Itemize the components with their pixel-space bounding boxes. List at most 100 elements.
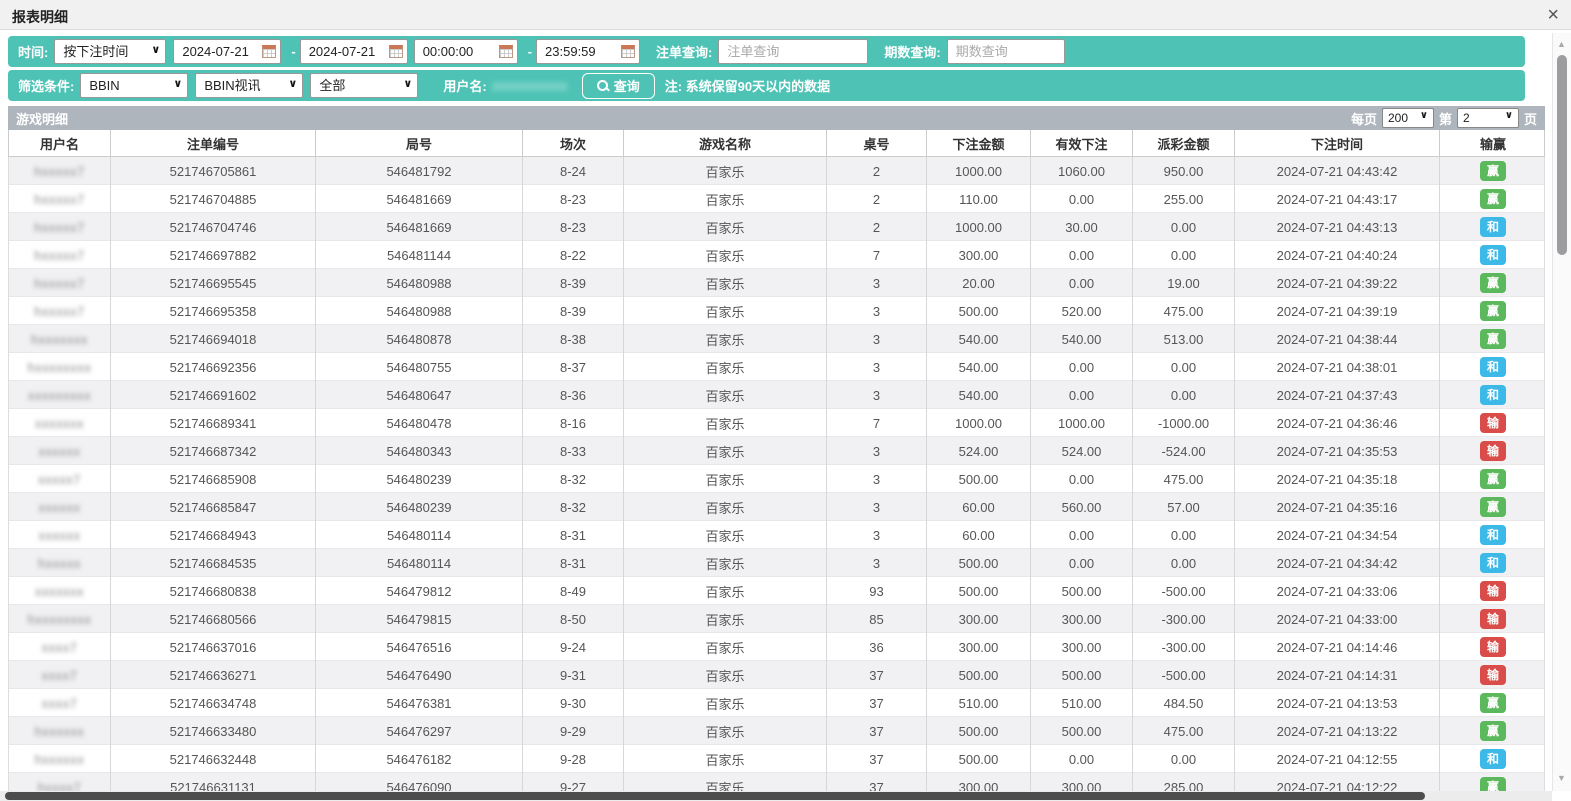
per-page-select[interactable]: 200: [1382, 108, 1434, 128]
result-badge-tie[interactable]: 和: [1480, 357, 1506, 377]
cell-table_no: 3: [827, 437, 927, 465]
table-row: hxxxxx75217467047465464816698-23百家乐21000…: [9, 213, 1544, 241]
cell-bet_no: 521746637016: [111, 633, 316, 661]
bet-query-input[interactable]: [718, 39, 868, 64]
category-select[interactable]: BBIN视讯: [195, 73, 303, 98]
cell-bet_time: 2024-07-21 04:14:31: [1235, 661, 1440, 689]
cell-table_no: 3: [827, 297, 927, 325]
cell-result: 赢: [1440, 297, 1545, 325]
cell-user: hxxxxxxxx: [9, 605, 111, 633]
result-badge-win[interactable]: 赢: [1480, 721, 1506, 741]
cell-result: 输: [1440, 661, 1545, 689]
username-blurred: hxxxxx7: [34, 220, 84, 235]
result-badge-win[interactable]: 赢: [1480, 161, 1506, 181]
cell-session: 8-23: [523, 185, 624, 213]
bet-query-label: 注单查询:: [656, 42, 712, 61]
date-range-dash: -: [291, 44, 295, 59]
cell-result: 和: [1440, 745, 1545, 773]
cell-bet_amount: 1000.00: [927, 157, 1031, 185]
page-select[interactable]: 2: [1457, 108, 1519, 128]
date-to-input[interactable]: [300, 39, 408, 64]
close-icon[interactable]: ×: [1547, 3, 1559, 27]
result-badge-tie[interactable]: 和: [1480, 525, 1506, 545]
scroll-down-icon[interactable]: ▼: [1557, 773, 1566, 783]
time-to-input[interactable]: [536, 39, 640, 64]
platform-select-wrap: BBIN ∨: [80, 73, 188, 98]
cell-table_no: 3: [827, 549, 927, 577]
cell-user: xxxx7: [9, 633, 111, 661]
cell-table_no: 37: [827, 745, 927, 773]
cell-valid_bet: 0.00: [1031, 241, 1133, 269]
result-badge-lose[interactable]: 输: [1480, 665, 1506, 685]
time-range-dash: -: [528, 44, 532, 59]
cell-payout: 0.00: [1133, 381, 1235, 409]
cell-result: 和: [1440, 213, 1545, 241]
cell-result: 赢: [1440, 269, 1545, 297]
cell-bet_time: 2024-07-21 04:36:46: [1235, 409, 1440, 437]
result-badge-tie[interactable]: 和: [1480, 385, 1506, 405]
cell-bet_no: 521746705861: [111, 157, 316, 185]
platform-select[interactable]: BBIN: [80, 73, 188, 98]
cell-round_no: 546476182: [316, 745, 523, 773]
result-badge-win[interactable]: 赢: [1480, 329, 1506, 349]
cell-round_no: 546480114: [316, 521, 523, 549]
cell-session: 8-50: [523, 605, 624, 633]
result-badge-lose[interactable]: 输: [1480, 441, 1506, 461]
cell-session: 9-24: [523, 633, 624, 661]
result-badge-win[interactable]: 赢: [1480, 497, 1506, 517]
result-badge-lose[interactable]: 输: [1480, 581, 1506, 601]
vertical-scrollbar: ▲ ▼: [1552, 33, 1571, 791]
vertical-scrollbar-thumb[interactable]: [1557, 55, 1567, 255]
horizontal-scrollbar-thumb[interactable]: [5, 792, 1425, 800]
cell-valid_bet: 300.00: [1031, 633, 1133, 661]
cell-result: 赢: [1440, 185, 1545, 213]
result-badge-win[interactable]: 赢: [1480, 301, 1506, 321]
date-from-wrap: [173, 39, 281, 64]
result-badge-tie[interactable]: 和: [1480, 217, 1506, 237]
game-type-select[interactable]: 全部: [310, 73, 418, 98]
scroll-up-icon[interactable]: ▲: [1557, 39, 1566, 49]
cell-game: 百家乐: [624, 689, 827, 717]
time-type-select[interactable]: 按下注时间: [54, 39, 166, 64]
cell-session: 8-39: [523, 297, 624, 325]
username-blurred: hxxxxxxxx: [28, 612, 92, 627]
filter-conditions-label: 筛选条件:: [18, 76, 74, 95]
cell-game: 百家乐: [624, 157, 827, 185]
cell-bet_no: 521746704885: [111, 185, 316, 213]
cell-bet_no: 521746695545: [111, 269, 316, 297]
cell-game: 百家乐: [624, 745, 827, 773]
cell-game: 百家乐: [624, 717, 827, 745]
search-button[interactable]: 查询: [582, 73, 655, 99]
username-blurred: hxxxxx7: [34, 164, 84, 179]
cell-user: xxxxxx: [9, 437, 111, 465]
cell-round_no: 546479812: [316, 577, 523, 605]
result-badge-tie[interactable]: 和: [1480, 245, 1506, 265]
cell-valid_bet: 560.00: [1031, 493, 1133, 521]
username-blurred: hxxxxxx: [35, 752, 85, 767]
result-badge-lose[interactable]: 输: [1480, 609, 1506, 629]
table-row: xxxxxx5217466849435464801148-31百家乐360.00…: [9, 521, 1544, 549]
cell-payout: -1000.00: [1133, 409, 1235, 437]
cell-game: 百家乐: [624, 241, 827, 269]
result-badge-win[interactable]: 赢: [1480, 469, 1506, 489]
cell-round_no: 546476516: [316, 633, 523, 661]
result-badge-win[interactable]: 赢: [1480, 189, 1506, 209]
cell-bet_time: 2024-07-21 04:43:42: [1235, 157, 1440, 185]
date-from-input[interactable]: [173, 39, 281, 64]
column-header-8: 派彩金额: [1133, 130, 1235, 157]
result-badge-tie[interactable]: 和: [1480, 553, 1506, 573]
cell-valid_bet: 500.00: [1031, 661, 1133, 689]
period-query-wrap: [947, 39, 1065, 64]
result-badge-win[interactable]: 赢: [1480, 273, 1506, 293]
period-query-input[interactable]: [947, 39, 1065, 64]
cell-game: 百家乐: [624, 213, 827, 241]
result-badge-tie[interactable]: 和: [1480, 749, 1506, 769]
table-row: hxxxxxx5217466324485464761829-28百家乐37500…: [9, 745, 1544, 773]
time-from-input[interactable]: [414, 39, 518, 64]
result-badge-win[interactable]: 赢: [1480, 693, 1506, 713]
result-badge-lose[interactable]: 输: [1480, 637, 1506, 657]
cell-user: hxxxxx7: [9, 213, 111, 241]
result-badge-lose[interactable]: 输: [1480, 413, 1506, 433]
cell-bet_no: 521746691602: [111, 381, 316, 409]
cell-payout: 475.00: [1133, 297, 1235, 325]
